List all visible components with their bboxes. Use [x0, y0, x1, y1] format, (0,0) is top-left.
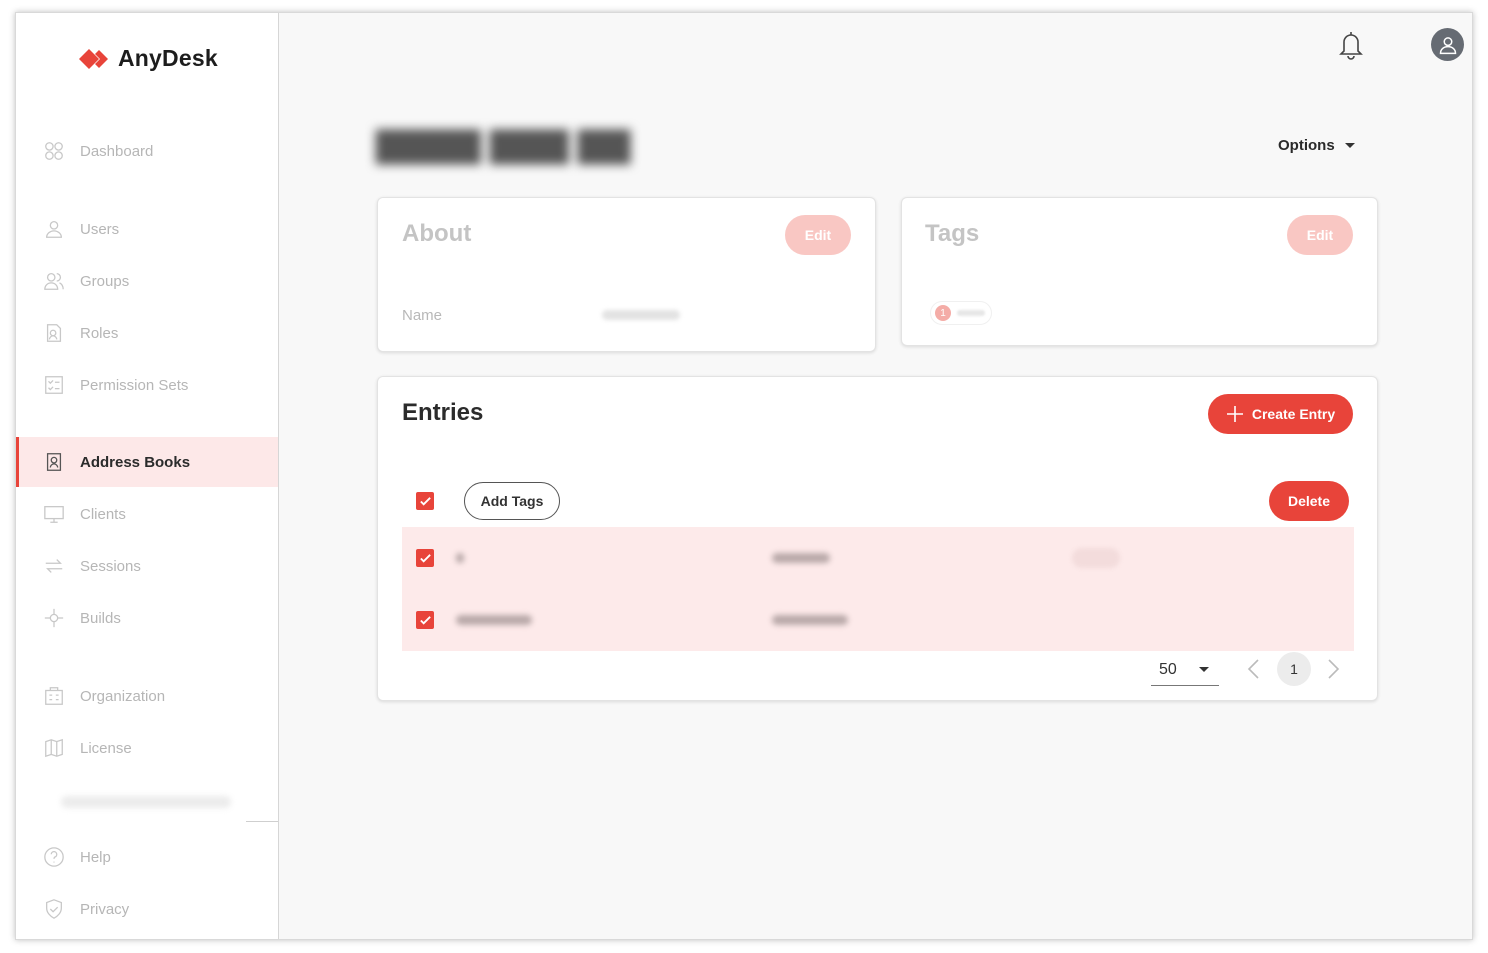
sidebar-item-help[interactable]: Help: [16, 832, 278, 882]
entry-address-blurred: [772, 615, 848, 625]
tags-title: Tags: [925, 220, 980, 247]
plus-icon: [1226, 406, 1243, 422]
sidebar-item-roles[interactable]: Roles: [16, 308, 278, 358]
sidebar-item-label: Users: [80, 220, 120, 238]
groups-icon: [42, 269, 66, 293]
about-title: About: [402, 220, 472, 247]
per-page-select[interactable]: 50: [1151, 654, 1219, 686]
app-name: AnyDesk: [118, 45, 218, 71]
sidebar: AnyDesk Dashboard Users Groups Roles Per…: [16, 13, 279, 939]
options-label: Options: [1278, 137, 1335, 154]
row-checkbox[interactable]: [416, 611, 434, 629]
sidebar-item-dashboard[interactable]: Dashboard: [16, 126, 278, 176]
create-entry-button[interactable]: Create Entry: [1208, 394, 1353, 434]
user-avatar[interactable]: [1431, 28, 1464, 61]
anydesk-logo-icon: [79, 48, 108, 69]
sidebar-item-label: Organization: [80, 687, 166, 705]
entry-tag-blurred: [1072, 548, 1120, 568]
page-number-current[interactable]: 1: [1277, 652, 1311, 686]
sidebar-item-label: Privacy: [80, 900, 130, 918]
tag-chip[interactable]: 1: [930, 301, 992, 325]
chevron-down-icon: [1344, 143, 1355, 148]
checkmark-icon: [419, 615, 431, 625]
builds-icon: [42, 606, 66, 630]
tags-edit-button[interactable]: Edit: [1287, 215, 1353, 255]
sidebar-item-builds[interactable]: Builds: [16, 593, 278, 643]
sidebar-item-permission-sets[interactable]: Permission Sets: [16, 360, 278, 410]
sidebar-item-label: Clients: [80, 505, 126, 523]
version-text-blurred: [61, 796, 231, 808]
entries-table: [402, 527, 1354, 651]
entry-name-blurred: [456, 615, 532, 625]
chevron-right-icon[interactable]: [1323, 658, 1343, 680]
entries-title: Entries: [402, 399, 484, 426]
tag-count-badge: 1: [935, 305, 951, 321]
sidebar-item-clients[interactable]: Clients: [16, 489, 278, 539]
page-title-blurred: ▇▇▇▇ ▇▇▇ ▇▇: [376, 126, 631, 164]
sidebar-item-license[interactable]: License: [16, 723, 278, 773]
checkmark-icon: [419, 496, 431, 506]
tags-card: Tags Edit 1: [901, 197, 1378, 346]
user-icon: [42, 217, 66, 241]
options-dropdown[interactable]: Options: [1278, 137, 1355, 154]
organization-icon: [42, 684, 66, 708]
name-label: Name: [402, 307, 443, 324]
delete-button[interactable]: Delete: [1269, 481, 1349, 521]
tag-label-blurred: [957, 310, 985, 316]
create-entry-label: Create Entry: [1251, 406, 1336, 422]
user-avatar-icon: [1439, 36, 1456, 54]
chevron-down-icon: [1198, 667, 1209, 672]
table-row[interactable]: [402, 527, 1354, 589]
sidebar-item-label: Dashboard: [80, 142, 154, 160]
table-row[interactable]: [402, 589, 1354, 651]
sidebar-item-label: Roles: [80, 324, 119, 342]
help-icon: [42, 845, 66, 869]
entry-name-blurred: [456, 553, 464, 563]
sidebar-item-label: Help: [80, 848, 111, 866]
add-tags-button[interactable]: Add Tags: [464, 482, 560, 520]
per-page-value: 50: [1159, 660, 1177, 678]
monitor-icon: [42, 502, 66, 526]
license-icon: [42, 736, 66, 760]
sidebar-item-label: Groups: [80, 272, 130, 290]
sidebar-item-privacy[interactable]: Privacy: [16, 884, 278, 934]
sidebar-divider: [246, 821, 278, 822]
checkmark-icon: [419, 553, 431, 563]
bell-icon[interactable]: [1336, 29, 1366, 61]
address-book-icon: [42, 450, 66, 474]
anydesk-logo[interactable]: AnyDesk: [78, 45, 218, 72]
chevron-left-icon[interactable]: [1244, 658, 1264, 680]
about-card: About Edit Name: [377, 197, 876, 352]
sidebar-item-label: Address Books: [80, 453, 191, 471]
permission-sets-icon: [42, 373, 66, 397]
shield-icon: [42, 897, 66, 921]
sidebar-item-address-books[interactable]: Address Books: [16, 437, 278, 487]
sidebar-item-label: Builds: [80, 609, 121, 627]
sidebar-item-users[interactable]: Users: [16, 204, 278, 254]
dashboard-icon: [42, 139, 66, 163]
sidebar-item-label: Permission Sets: [80, 376, 189, 394]
app-window: AnyDesk Dashboard Users Groups Roles Per…: [15, 12, 1473, 940]
about-edit-button[interactable]: Edit: [785, 215, 851, 255]
sessions-icon: [42, 554, 66, 578]
select-all-checkbox[interactable]: [416, 492, 434, 510]
roles-icon: [42, 321, 66, 345]
sidebar-item-label: Sessions: [80, 557, 141, 575]
entry-address-blurred: [772, 553, 830, 563]
row-checkbox[interactable]: [416, 549, 434, 567]
sidebar-item-groups[interactable]: Groups: [16, 256, 278, 306]
sidebar-item-sessions[interactable]: Sessions: [16, 541, 278, 591]
name-value-blurred: [602, 310, 680, 320]
entries-card: Entries Create Entry Add Tags Delete 50 …: [377, 376, 1378, 701]
sidebar-item-label: License: [80, 739, 132, 757]
sidebar-item-organization[interactable]: Organization: [16, 671, 278, 721]
